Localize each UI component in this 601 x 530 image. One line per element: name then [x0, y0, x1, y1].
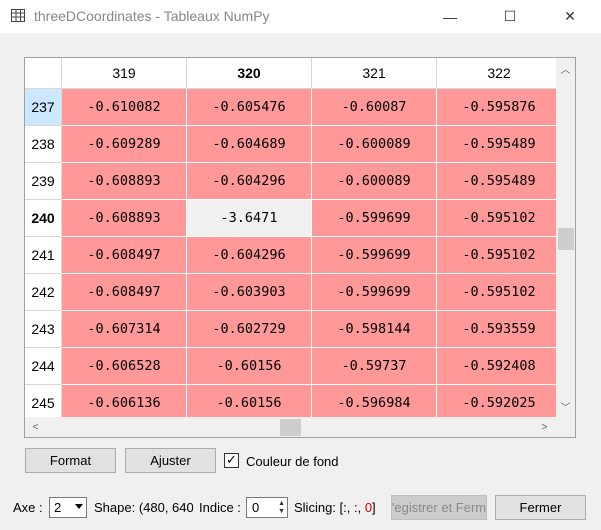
- column-header[interactable]: 322: [437, 58, 562, 89]
- table-cell[interactable]: -0.608497: [62, 274, 187, 311]
- close-button[interactable]: Fermer: [495, 495, 586, 520]
- scrollbar-corner: [556, 417, 575, 437]
- vertical-scroll-thumb[interactable]: [558, 228, 574, 250]
- table-cell[interactable]: -0.610082: [62, 89, 187, 126]
- table-cell[interactable]: -0.595102: [437, 274, 562, 311]
- axis-combobox[interactable]: 2: [49, 497, 87, 518]
- table-cell[interactable]: -0.60156: [187, 348, 312, 385]
- table-cell[interactable]: -0.604296: [187, 163, 312, 200]
- table-cell[interactable]: -0.609289: [62, 126, 187, 163]
- table-cell[interactable]: -0.599699: [312, 200, 437, 237]
- background-color-checkbox[interactable]: ✓: [224, 452, 239, 468]
- save-and-close-button: 'egistrer et Ferm: [391, 495, 487, 520]
- table-cell[interactable]: -0.59737: [312, 348, 437, 385]
- format-button[interactable]: Format: [25, 448, 116, 473]
- column-header[interactable]: 319: [62, 58, 187, 89]
- table-cell[interactable]: -0.599699: [312, 274, 437, 311]
- table-cell[interactable]: -0.600089: [312, 163, 437, 200]
- row-header[interactable]: 243: [25, 311, 62, 348]
- scroll-down-icon[interactable]: ﹀: [557, 398, 574, 415]
- scroll-right-icon[interactable]: >: [536, 419, 553, 436]
- table-cell[interactable]: -0.599699: [312, 237, 437, 274]
- table-cell[interactable]: -0.608893: [62, 200, 187, 237]
- horizontal-scrollbar[interactable]: < >: [25, 417, 556, 437]
- table-cell[interactable]: -0.60087: [312, 89, 437, 126]
- table-cell[interactable]: -0.607314: [62, 311, 187, 348]
- table-cell[interactable]: -0.595489: [437, 126, 562, 163]
- row-header[interactable]: 241: [25, 237, 62, 274]
- row-header[interactable]: 239: [25, 163, 62, 200]
- horizontal-scroll-thumb[interactable]: [280, 419, 301, 436]
- table-corner: [25, 58, 62, 89]
- row-header[interactable]: 240: [25, 200, 62, 237]
- table-cell[interactable]: -0.604689: [187, 126, 312, 163]
- row-header[interactable]: 238: [25, 126, 62, 163]
- maximize-button[interactable]: ☐: [487, 0, 533, 33]
- scroll-up-icon[interactable]: ︿: [557, 60, 574, 77]
- slicing-value: 0: [364, 500, 373, 515]
- resize-button[interactable]: Ajuster: [125, 448, 216, 473]
- axis-label: Axe :: [13, 500, 43, 515]
- close-window-button[interactable]: ✕: [547, 0, 593, 33]
- table-cell[interactable]: -0.598144: [312, 311, 437, 348]
- table-cell[interactable]: -0.595489: [437, 163, 562, 200]
- shape-label: Shape: (480, 640: [94, 500, 193, 515]
- table-cell[interactable]: -0.592408: [437, 348, 562, 385]
- array-table[interactable]: 319 320 321 322 237 -0.610082 -0.605476 -0.6008…: [24, 57, 576, 438]
- index-value: 0: [252, 500, 260, 515]
- minimize-button[interactable]: —: [427, 0, 473, 33]
- table-cell[interactable]: -0.608497: [62, 237, 187, 274]
- checkmark-icon: ✓: [226, 452, 237, 467]
- row-header[interactable]: 237: [25, 89, 62, 126]
- slicing-label: Slicing: [:, :, 0]: [294, 500, 376, 515]
- table-cell[interactable]: -0.595102: [437, 200, 562, 237]
- row-header[interactable]: 244: [25, 348, 62, 385]
- row-header[interactable]: 242: [25, 274, 62, 311]
- table-cell[interactable]: -0.605476: [187, 89, 312, 126]
- chevron-down-icon: [75, 504, 83, 509]
- index-label: Indice :: [199, 500, 241, 515]
- axis-value: 2: [54, 500, 62, 515]
- index-spinbox[interactable]: 0 ▲ ▼: [246, 497, 288, 518]
- table-cell[interactable]: -3.6471: [187, 200, 312, 237]
- window-title: threeDCoordinates - Tableaux NumPy: [34, 8, 270, 24]
- table-cell[interactable]: -0.606528: [62, 348, 187, 385]
- table-cell[interactable]: -0.604296: [187, 237, 312, 274]
- table-cell[interactable]: -0.595102: [437, 237, 562, 274]
- table-cell[interactable]: -0.602729: [187, 311, 312, 348]
- table-icon: [11, 9, 25, 22]
- table-cell[interactable]: -0.595876: [437, 89, 562, 126]
- column-header[interactable]: 320: [187, 58, 312, 89]
- table-cell[interactable]: -0.603903: [187, 274, 312, 311]
- table-cell[interactable]: -0.608893: [62, 163, 187, 200]
- title-bar: threeDCoordinates - Tableaux NumPy — ☐ ✕: [0, 0, 601, 33]
- vertical-scrollbar[interactable]: ︿ ﹀: [556, 58, 575, 417]
- background-color-label: Couleur de fond: [246, 454, 339, 469]
- column-header[interactable]: 321: [312, 58, 437, 89]
- table-cell[interactable]: -0.600089: [312, 126, 437, 163]
- table-cell[interactable]: -0.593559: [437, 311, 562, 348]
- spin-arrows-icon[interactable]: ▲ ▼: [278, 500, 285, 516]
- scroll-left-icon[interactable]: <: [27, 419, 44, 436]
